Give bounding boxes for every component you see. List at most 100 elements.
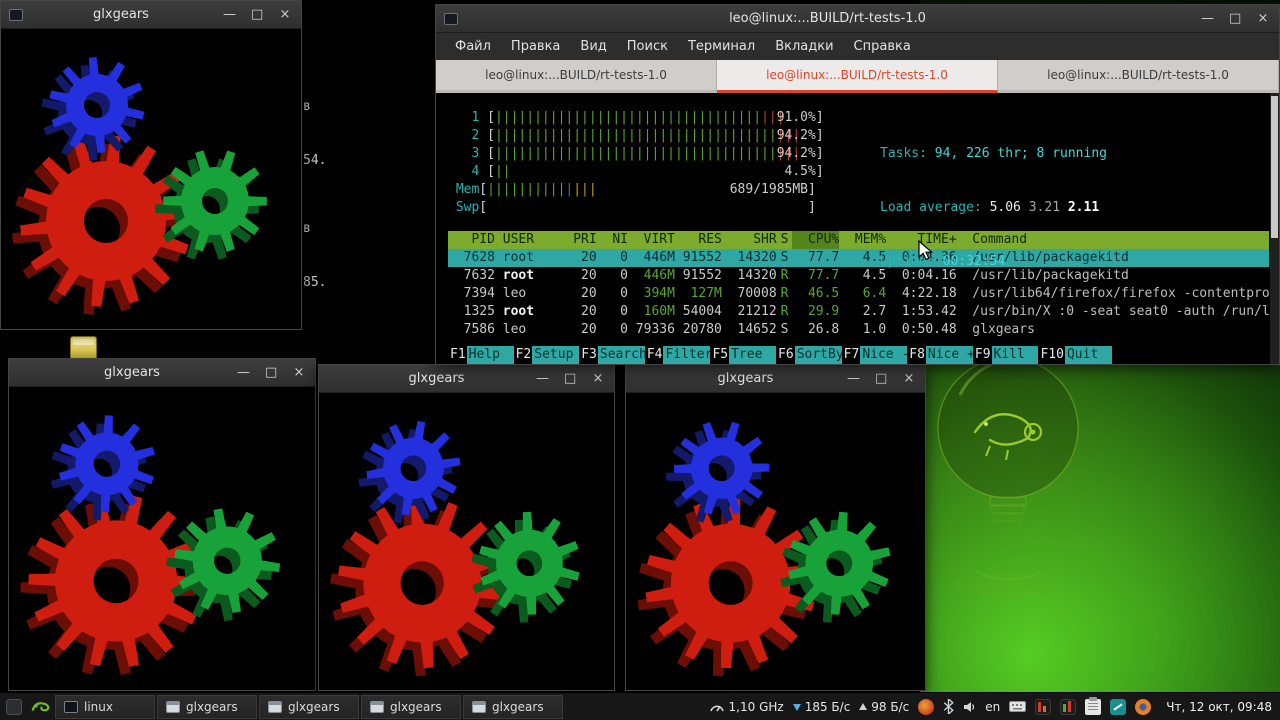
color-wheel-icon [918, 699, 934, 715]
background-terminal-text: в 85. [303, 184, 326, 310]
fkey-kill[interactable]: F9Kill [973, 346, 1039, 364]
fkey-quit[interactable]: F10Quit [1038, 346, 1111, 364]
menu-file[interactable]: Файл [446, 35, 500, 58]
window-icon [166, 701, 180, 713]
task-label: glxgears [390, 700, 442, 714]
system-tray: 1,10 GHz 185 Б/с 98 Б/с en [709, 699, 1280, 715]
gauge-icon [709, 700, 725, 714]
taskbar-task-glxgears-1[interactable]: glxgears [157, 695, 257, 719]
titlebar[interactable]: leo@linux:...BUILD/rt-tests-1.0 — □ × [436, 5, 1279, 33]
background-terminal-text: в 54. [303, 62, 326, 188]
window-title: glxgears [31, 7, 211, 22]
network-upload-indicator[interactable]: 98 Б/с [859, 699, 909, 715]
titlebar[interactable]: glxgears — □ × [9, 359, 315, 387]
download-arrow-icon [793, 704, 801, 715]
maximize-button[interactable]: □ [265, 359, 277, 387]
taskbar-task-glxgears-4[interactable]: glxgears [463, 695, 563, 719]
glxgears-window-4: glxgears — □ × [625, 364, 926, 691]
close-button[interactable]: × [592, 365, 604, 393]
close-button[interactable]: × [903, 365, 915, 393]
htop-process-table: PID USER PRI NI VIRT RES SHR S CPU% MEM%… [448, 231, 1269, 339]
fkey-tree[interactable]: F5Tree [710, 346, 776, 364]
fkey-search[interactable]: F3Search [579, 346, 645, 364]
speaker-icon [963, 700, 976, 714]
desktop-folder-icon[interactable] [70, 336, 97, 360]
terminal-content[interactable]: 1 [|||||||||||||||||||||||||||||||||||||… [436, 93, 1279, 364]
maximize-button[interactable]: □ [1229, 5, 1241, 33]
fkey-help[interactable]: F1Help [448, 346, 514, 364]
show-desktop-button[interactable] [0, 694, 27, 720]
volume-tray-icon[interactable] [963, 700, 976, 714]
maximize-button[interactable]: □ [564, 365, 576, 393]
fkey-sortby[interactable]: F6SortBy [776, 346, 842, 364]
menu-search[interactable]: Поиск [618, 35, 677, 58]
minimize-button[interactable]: — [1201, 5, 1213, 33]
firefox-tray-icon[interactable] [1135, 699, 1151, 715]
fkey-nice-minus[interactable]: F7Nice - [842, 346, 908, 364]
window-title: leo@linux:...BUILD/rt-tests-1.0 [466, 11, 1189, 26]
memory-load-tray-icon[interactable] [1060, 699, 1076, 715]
terminal-tab-3[interactable]: leo@linux:...BUILD/rt-tests-1.0 [998, 60, 1279, 93]
htop-cpu-meters: 1 [|||||||||||||||||||||||||||||||||||||… [448, 93, 1269, 217]
task-label: glxgears [186, 700, 238, 714]
process-row[interactable]: 7632 root 20 0 446M 91552 14320 R 77.7 4… [448, 267, 1269, 285]
titlebar[interactable]: glxgears — □ × [1, 1, 301, 29]
color-profile-tray-icon[interactable] [918, 699, 934, 715]
titlebar[interactable]: glxgears — □ × [319, 365, 614, 393]
terminal-tab-2-active[interactable]: leo@linux:...BUILD/rt-tests-1.0 [717, 60, 998, 93]
close-button[interactable]: × [279, 1, 291, 29]
fkey-setup[interactable]: F2Setup [514, 346, 580, 364]
clipboard-tray-icon[interactable] [1085, 699, 1101, 715]
taskbar-task-glxgears-3[interactable]: glxgears [361, 695, 461, 719]
terminal-scrollbar[interactable] [1270, 93, 1279, 364]
minimize-button[interactable]: — [536, 365, 548, 393]
close-button[interactable]: × [1257, 5, 1269, 33]
minimize-button[interactable]: — [237, 359, 249, 387]
gears-canvas [626, 393, 925, 690]
minimize-button[interactable]: — [847, 365, 859, 393]
terminal-icon [64, 701, 78, 713]
process-row[interactable]: 1325 root 20 0 160M 54004 21212 R 29.9 2… [448, 303, 1269, 321]
menu-help[interactable]: Справка [845, 35, 920, 58]
fkey-nice-plus[interactable]: F8Nice + [907, 346, 973, 364]
maximize-button[interactable]: □ [251, 1, 263, 29]
gears-canvas [9, 387, 315, 690]
keyboard-tray-icon[interactable] [1009, 701, 1026, 712]
notes-tray-icon[interactable] [1110, 699, 1126, 715]
geeko-icon [30, 696, 52, 718]
scrollbar-thumb[interactable] [1271, 96, 1278, 238]
menu-view[interactable]: Вид [571, 35, 615, 58]
glxgears-window-3: glxgears — □ × [318, 364, 615, 691]
table-header[interactable]: PID USER PRI NI VIRT RES SHR S CPU% MEM%… [448, 231, 1269, 249]
maximize-button[interactable]: □ [875, 365, 887, 393]
fkey-filter[interactable]: F4Filter [645, 346, 711, 364]
cpu-frequency-indicator[interactable]: 1,10 GHz [709, 700, 784, 714]
menu-edit[interactable]: Правка [502, 35, 569, 58]
window-title: glxgears [349, 371, 524, 386]
process-row[interactable]: 7394 leo 20 0 394M 127M 70008 R 46.5 6.4… [448, 285, 1269, 303]
process-row[interactable]: 7586 leo 20 0 79336 20780 14652 S 26.8 1… [448, 321, 1269, 339]
clock[interactable]: Чт, 12 окт, 09:48 [1160, 700, 1272, 714]
process-row-selected[interactable]: 7628 root 20 0 446M 91552 14320 S 77.7 4… [448, 249, 1269, 267]
close-button[interactable]: × [293, 359, 305, 387]
titlebar[interactable]: glxgears — □ × [626, 365, 925, 393]
taskbar-task-linux[interactable]: linux [55, 695, 155, 719]
cpu-load-tray-icon[interactable] [1035, 699, 1051, 715]
application-menu-button[interactable] [27, 694, 54, 720]
keyboard-layout-indicator[interactable]: en [985, 700, 1000, 714]
menu-tabs[interactable]: Вкладки [766, 35, 842, 58]
minimize-button[interactable]: — [223, 1, 235, 29]
pencil-icon [1110, 699, 1126, 715]
terminal-tab-1[interactable]: leo@linux:...BUILD/rt-tests-1.0 [436, 60, 717, 93]
taskbar-task-glxgears-2[interactable]: glxgears [259, 695, 359, 719]
upload-speed-value: 98 Б/с [871, 700, 909, 714]
window-title: glxgears [656, 371, 835, 386]
clock-text: Чт, 12 окт, 09:48 [1166, 700, 1272, 714]
bluetooth-tray-icon[interactable] [943, 699, 954, 714]
network-download-indicator[interactable]: 185 Б/с [793, 699, 851, 715]
menubar: Файл Правка Вид Поиск Терминал Вкладки С… [436, 33, 1279, 60]
htop-summary: Tasks: 94, 226 thr; 8 running Load avera… [880, 109, 1107, 307]
menu-terminal[interactable]: Терминал [679, 35, 764, 58]
load-bars-icon [1035, 699, 1051, 715]
htop-function-bar: F1Help F2Setup F3Search F4Filter F5Tree … [448, 346, 1260, 364]
